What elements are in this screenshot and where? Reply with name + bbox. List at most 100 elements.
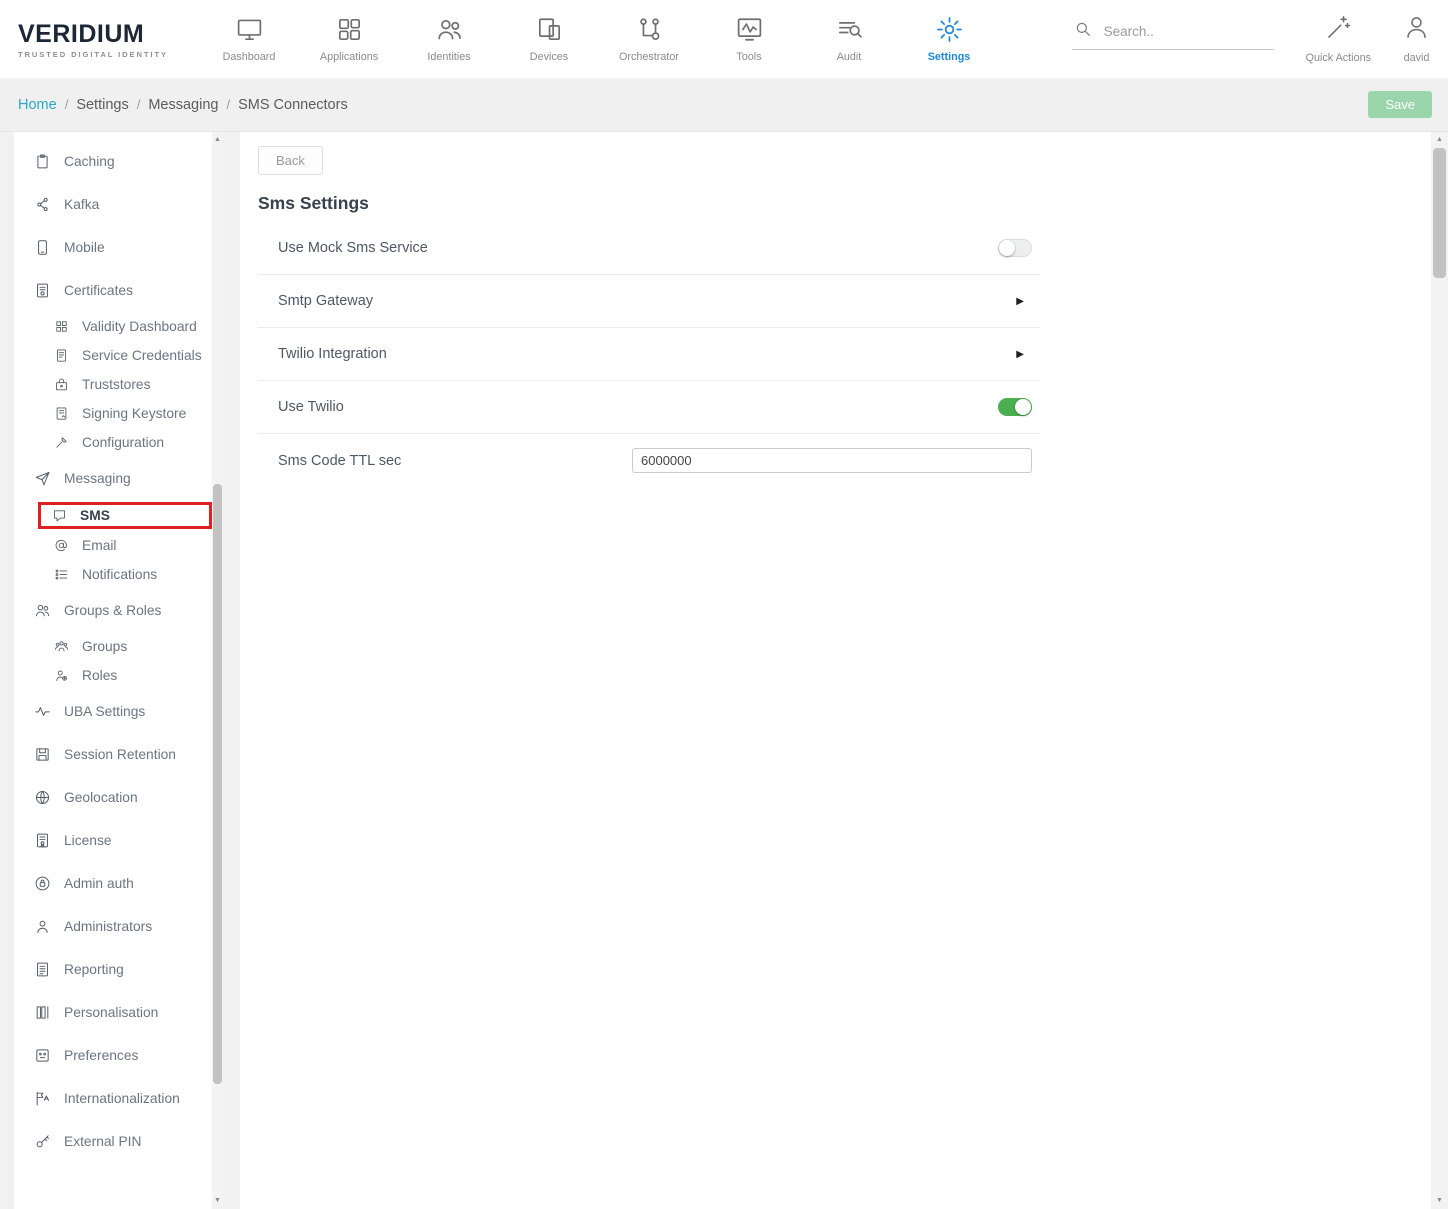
sidebar-item-label: Email — [82, 538, 117, 553]
sidebar-item-email[interactable]: Email — [14, 531, 212, 560]
use-mock-sms-service-toggle[interactable] — [998, 239, 1032, 257]
save-button[interactable]: Save — [1368, 91, 1432, 118]
sidebar-item-label: Personalisation — [64, 1005, 158, 1020]
sidebar-item-label: Groups — [82, 639, 127, 654]
logo-tagline: TRUSTED DIGITAL IDENTITY — [18, 50, 205, 59]
breadcrumb-separator: / — [137, 97, 141, 112]
setting-label: Sms Code TTL sec — [278, 453, 401, 469]
orchestrator-icon — [635, 15, 664, 44]
sidebar-item-sms[interactable]: SMS — [38, 502, 212, 529]
search-icon — [1074, 20, 1092, 43]
uba-settings-icon — [34, 703, 51, 720]
scroll-up-icon[interactable]: ▲ — [212, 134, 223, 146]
expand-arrow-icon[interactable]: ▶ — [1016, 296, 1024, 307]
nav-item-label: Tools — [736, 51, 761, 63]
nav-item-dashboard[interactable]: Dashboard — [217, 15, 281, 63]
geolocation-icon — [34, 789, 51, 806]
sidebar-item-personalisation[interactable]: Personalisation — [14, 991, 212, 1034]
internationalization-icon — [34, 1090, 51, 1107]
sidebar-item-signing-keystore[interactable]: Signing Keystore — [14, 399, 212, 428]
nav-item-label: Identities — [427, 51, 470, 63]
scroll-up-icon[interactable]: ▲ — [1431, 134, 1448, 146]
dashboard-icon — [235, 15, 264, 44]
sidebar-item-internationalization[interactable]: Internationalization — [14, 1077, 212, 1120]
sidebar: CachingKafkaMobileCertificatesValidity D… — [14, 132, 212, 1209]
sidebar-item-configuration[interactable]: Configuration — [14, 428, 212, 457]
nav-item-orchestrator[interactable]: Orchestrator — [617, 15, 681, 63]
sidebar-item-service-credentials[interactable]: Service Credentials — [14, 341, 212, 370]
veridium-logo[interactable]: VERIDIUM TRUSTED DIGITAL IDENTITY — [18, 20, 205, 59]
setting-row-smtp-gateway[interactable]: Smtp Gateway▶ — [258, 275, 1040, 328]
quick-actions-button[interactable]: Quick Actions — [1306, 14, 1371, 64]
page-title: Sms Settings — [258, 193, 1431, 214]
nav-item-identities[interactable]: Identities — [417, 15, 481, 63]
search-input[interactable] — [1104, 24, 1254, 39]
nav-item-devices[interactable]: Devices — [517, 15, 581, 63]
audit-icon — [835, 15, 864, 44]
sidebar-item-label: Session Retention — [64, 747, 176, 762]
sidebar-item-license[interactable]: License — [14, 819, 212, 862]
applications-icon — [335, 15, 364, 44]
back-button[interactable]: Back — [258, 146, 323, 175]
sidebar-item-messaging[interactable]: Messaging — [14, 457, 212, 500]
expand-arrow-icon[interactable]: ▶ — [1016, 349, 1024, 360]
setting-row-twilio-integration[interactable]: Twilio Integration▶ — [258, 328, 1040, 381]
sidebar-item-certificates[interactable]: Certificates — [14, 269, 212, 312]
sidebar-item-kafka[interactable]: Kafka — [14, 183, 212, 226]
sidebar-item-caching[interactable]: Caching — [14, 140, 212, 183]
sidebar-item-roles[interactable]: Roles — [14, 661, 212, 690]
nav-item-label: Settings — [928, 51, 971, 63]
groups-roles-icon — [34, 602, 51, 619]
sidebar-item-mobile[interactable]: Mobile — [14, 226, 212, 269]
nav-item-tools[interactable]: Tools — [717, 15, 781, 63]
settings-icon — [935, 15, 964, 44]
sidebar-item-reporting[interactable]: Reporting — [14, 948, 212, 991]
breadcrumb-item-messaging[interactable]: Messaging — [148, 97, 218, 113]
sidebar-item-notifications[interactable]: Notifications — [14, 560, 212, 589]
sidebar-item-external-pin[interactable]: External PIN — [14, 1120, 212, 1163]
use-twilio-toggle[interactable] — [998, 398, 1032, 416]
settings-rows: Use Mock Sms Service Smtp Gateway▶Twilio … — [258, 222, 1040, 487]
breadcrumb-item-home[interactable]: Home — [18, 97, 57, 113]
messaging-icon — [34, 470, 51, 487]
sidebar-item-label: License — [64, 833, 112, 848]
license-icon — [34, 832, 51, 849]
user-menu[interactable]: david — [1403, 14, 1430, 64]
toggle-knob — [1015, 399, 1031, 415]
sidebar-item-label: UBA Settings — [64, 704, 145, 719]
nav-item-applications[interactable]: Applications — [317, 15, 381, 63]
sidebar-item-label: Notifications — [82, 567, 157, 582]
sidebar-item-session-retention[interactable]: Session Retention — [14, 733, 212, 776]
notifications-icon — [54, 567, 69, 582]
wand-icon — [1325, 14, 1352, 46]
sidebar-item-validity-dashboard[interactable]: Validity Dashboard — [14, 312, 212, 341]
sidebar-item-groups[interactable]: Groups — [14, 632, 212, 661]
groups-icon — [54, 639, 69, 654]
sidebar-item-groups-roles[interactable]: Groups & Roles — [14, 589, 212, 632]
nav-item-settings[interactable]: Settings — [917, 15, 981, 63]
sidebar-scrollbar[interactable]: ▲ ▼ — [212, 132, 223, 1209]
sms-code-ttl-sec-input[interactable] — [632, 448, 1032, 473]
sidebar-scrollbar-thumb[interactable] — [213, 484, 222, 1084]
sidebar-item-label: Administrators — [64, 919, 152, 934]
sidebar-item-geolocation[interactable]: Geolocation — [14, 776, 212, 819]
sidebar-item-label: Internationalization — [64, 1091, 180, 1106]
sidebar-item-preferences[interactable]: Preferences — [14, 1034, 212, 1077]
breadcrumb-bar: Home/Settings/Messaging/SMS Connectors S… — [0, 78, 1448, 132]
sidebar-item-admin-auth[interactable]: Admin auth — [14, 862, 212, 905]
configuration-icon — [54, 435, 69, 450]
sidebar-item-label: Truststores — [82, 377, 151, 392]
page-scrollbar[interactable]: ▲ ▼ — [1431, 132, 1448, 1209]
sidebar-item-label: Messaging — [64, 471, 131, 486]
main-nav: Dashboard Applications Identities Devices Or… — [217, 15, 981, 63]
sidebar-item-administrators[interactable]: Administrators — [14, 905, 212, 948]
scroll-down-icon[interactable]: ▼ — [1431, 1195, 1448, 1207]
sidebar-item-truststores[interactable]: Truststores — [14, 370, 212, 399]
nav-item-audit[interactable]: Audit — [817, 15, 881, 63]
breadcrumb-item-settings[interactable]: Settings — [76, 97, 128, 113]
mobile-icon — [34, 239, 51, 256]
setting-label: Use Mock Sms Service — [278, 240, 428, 256]
sidebar-item-uba-settings[interactable]: UBA Settings — [14, 690, 212, 733]
scroll-down-icon[interactable]: ▼ — [212, 1195, 223, 1207]
page-scrollbar-thumb[interactable] — [1433, 148, 1446, 278]
